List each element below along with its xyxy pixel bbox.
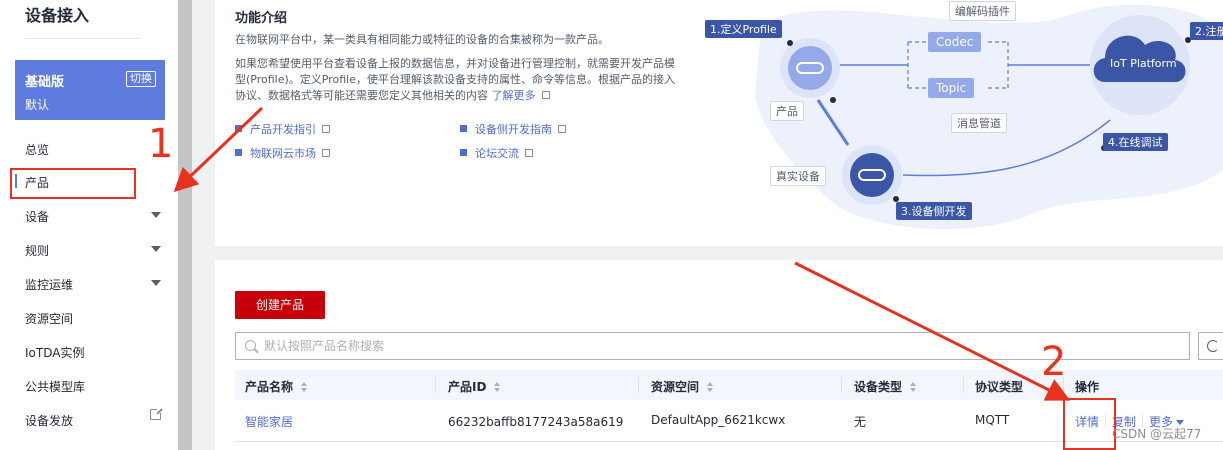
annotation-arrows bbox=[173, 106, 1071, 401]
page: 设备接入 基础版 切换 默认 总览 产品 设备 规则 监控运维 资源空间 IoT… bbox=[0, 0, 1223, 450]
annotation-arrow-2 bbox=[794, 261, 1071, 401]
watermark: CSDN @云起77 bbox=[1112, 427, 1202, 441]
annotation-arrow-1 bbox=[173, 106, 264, 193]
